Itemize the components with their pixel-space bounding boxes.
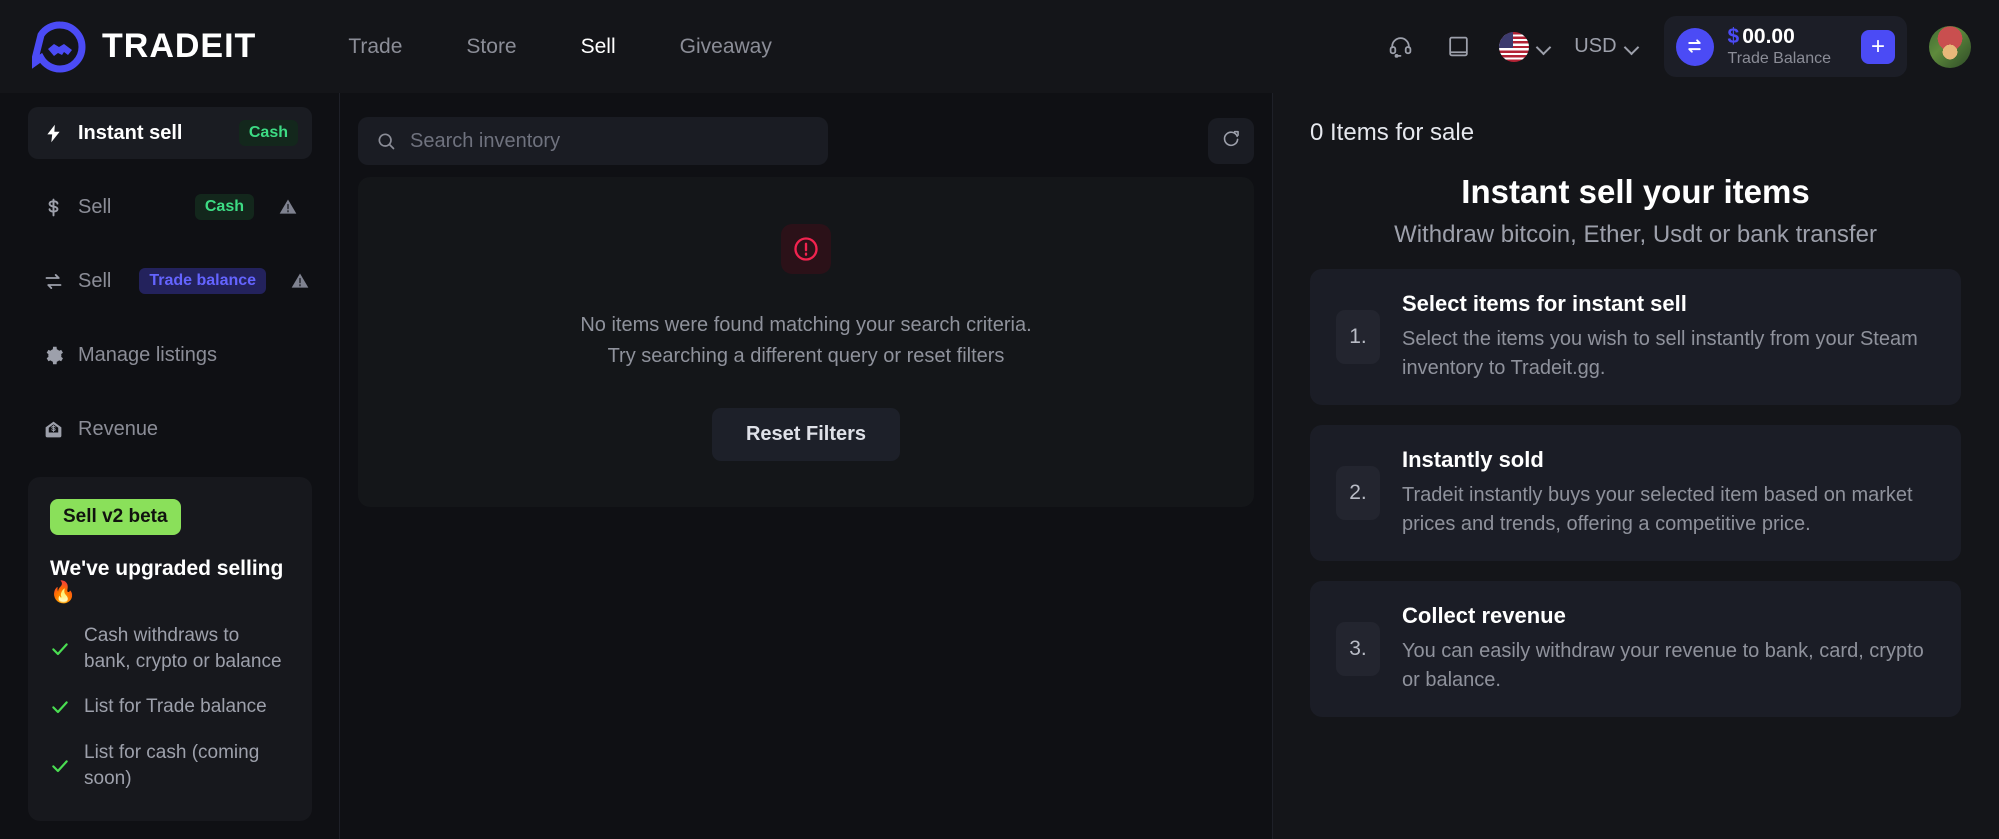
beta-badge: Sell v2 beta: [50, 499, 181, 535]
swap-arrows-icon: [1675, 27, 1714, 66]
items-for-sale-count: 0 Items for sale: [1310, 119, 1475, 146]
top-header: TRADEIT Trade Store Sell Giveaway USD $ …: [0, 0, 1999, 93]
step-card: 3. Collect revenue You can easily withdr…: [1310, 581, 1961, 717]
main-navigation: Trade Store Sell Giveaway: [316, 25, 804, 69]
empty-state-message: No items were found matching your search…: [580, 310, 1031, 372]
sidebar-item-revenue[interactable]: Revenue: [28, 403, 312, 455]
balance-amount: 00.00: [1742, 24, 1795, 48]
search-icon: [376, 131, 396, 151]
list-item: List for Trade balance: [50, 694, 290, 720]
inventory-toolbar: [358, 103, 1254, 177]
instant-sell-panel: 0 Items for sale Instant sell your items…: [1272, 93, 1999, 839]
alert-circle-icon: [781, 223, 831, 274]
swap-arrows-icon: [42, 270, 64, 292]
empty-state-line2: Try searching a different query or reset…: [607, 344, 1005, 367]
sidebar-item-label: Revenue: [78, 417, 159, 440]
list-item: List for cash (coming soon): [50, 740, 290, 791]
sidebar-tag-cash: Cash: [238, 120, 298, 146]
header-actions: USD $00.00 Trade Balance +: [1371, 15, 1971, 78]
promo-feature-list: Cash withdraws to bank, crypto or balanc…: [50, 623, 290, 791]
reset-filters-button[interactable]: Reset Filters: [711, 407, 901, 461]
sidebar-item-instant-sell[interactable]: Instant sell Cash: [28, 107, 312, 159]
step-number: 2.: [1336, 466, 1380, 520]
balance-texts: $00.00 Trade Balance: [1728, 25, 1847, 68]
brand-logo[interactable]: TRADEIT: [28, 19, 257, 75]
sidebar-item-label: Instant sell: [78, 121, 183, 144]
brand-name: TRADEIT: [102, 27, 257, 65]
trade-balance-widget[interactable]: $00.00 Trade Balance +: [1663, 15, 1907, 78]
chevron-down-icon: [1538, 41, 1550, 53]
sidebar-item-sell-cash[interactable]: Sell Cash: [28, 181, 312, 233]
sidebar: Instant sell Cash Sell Cash Sell Trade b…: [0, 93, 340, 839]
currency-selector[interactable]: USD: [1562, 27, 1649, 66]
check-icon: [50, 697, 70, 717]
inventory-area: No items were found matching your search…: [340, 93, 1272, 839]
sidebar-item-label: Manage listings: [78, 343, 217, 366]
step-body: Collect revenue You can easily withdraw …: [1402, 603, 1935, 695]
step-number: 1.: [1336, 310, 1380, 364]
promo-feature-label: List for cash (coming soon): [84, 741, 260, 789]
search-input-wrapper[interactable]: [358, 117, 828, 165]
step-card: 1. Select items for instant sell Select …: [1310, 269, 1961, 405]
nav-link-sell[interactable]: Sell: [549, 25, 648, 69]
gear-icon: [42, 344, 64, 366]
panel-title: Instant sell your items: [1461, 173, 1810, 210]
avatar[interactable]: [1929, 25, 1971, 68]
sidebar-item-manage-listings[interactable]: Manage listings: [28, 329, 312, 381]
refresh-inventory-button[interactable]: [1208, 118, 1254, 164]
refresh-icon: [1221, 128, 1242, 154]
tradeit-logo-icon: [28, 19, 88, 75]
page-layout: Instant sell Cash Sell Cash Sell Trade b…: [0, 93, 1999, 839]
money-envelope-icon: [42, 418, 64, 440]
step-body: Instantly sold Tradeit instantly buys yo…: [1402, 447, 1935, 539]
sidebar-item-label: Sell: [78, 195, 112, 218]
sidebar-item-label: Sell: [78, 269, 112, 292]
language-selector[interactable]: [1487, 24, 1562, 70]
sidebar-tag-cash: Cash: [194, 194, 254, 220]
nav-link-trade[interactable]: Trade: [316, 25, 434, 69]
empty-inventory-panel: No items were found matching your search…: [358, 177, 1254, 507]
step-card: 2. Instantly sold Tradeit instantly buys…: [1310, 425, 1961, 561]
nav-link-giveaway[interactable]: Giveaway: [648, 25, 804, 69]
panel-subtitle: Withdraw bitcoin, Ether, Usdt or bank tr…: [1394, 221, 1877, 248]
dollar-icon: [42, 196, 64, 218]
sell-v2-promo-card: Sell v2 beta We've upgraded selling 🔥 Ca…: [28, 477, 312, 822]
list-item: Cash withdraws to bank, crypto or balanc…: [50, 623, 290, 674]
lightning-bolt-icon: [42, 122, 64, 144]
step-title: Instantly sold: [1402, 447, 1544, 472]
balance-label: Trade Balance: [1727, 49, 1831, 67]
promo-feature-label: List for Trade balance: [84, 696, 267, 718]
balance-amount-row: $00.00: [1728, 25, 1831, 48]
promo-feature-label: Cash withdraws to bank, crypto or balanc…: [84, 625, 282, 672]
sidebar-tag-trade-balance: Trade balance: [139, 268, 267, 294]
search-input[interactable]: [410, 129, 810, 153]
headset-icon[interactable]: [1377, 24, 1423, 70]
step-title: Collect revenue: [1402, 603, 1566, 628]
currency-value: USD: [1574, 35, 1617, 57]
promo-title: We've upgraded selling 🔥: [50, 557, 284, 604]
check-icon: [50, 639, 70, 659]
nav-link-store[interactable]: Store: [434, 25, 548, 69]
empty-state-line1: No items were found matching your search…: [580, 313, 1032, 336]
step-title: Select items for instant sell: [1402, 291, 1687, 316]
add-funds-button[interactable]: +: [1861, 29, 1895, 64]
step-number: 3.: [1336, 622, 1380, 676]
step-body: Select items for instant sell Select the…: [1402, 291, 1935, 383]
currency-symbol: $: [1727, 24, 1740, 48]
us-flag-icon: [1499, 31, 1530, 62]
check-icon: [50, 756, 70, 776]
sidebar-item-sell-trade-balance[interactable]: Sell Trade balance: [28, 255, 312, 307]
warning-triangle-icon[interactable]: [290, 271, 310, 291]
step-description: Tradeit instantly buys your selected ite…: [1402, 484, 1913, 535]
chevron-down-icon: [1626, 41, 1638, 53]
book-icon[interactable]: [1435, 24, 1481, 70]
warning-triangle-icon[interactable]: [278, 197, 298, 217]
step-description: You can easily withdraw your revenue to …: [1402, 640, 1924, 691]
step-description: Select the items you wish to sell instan…: [1402, 328, 1918, 379]
